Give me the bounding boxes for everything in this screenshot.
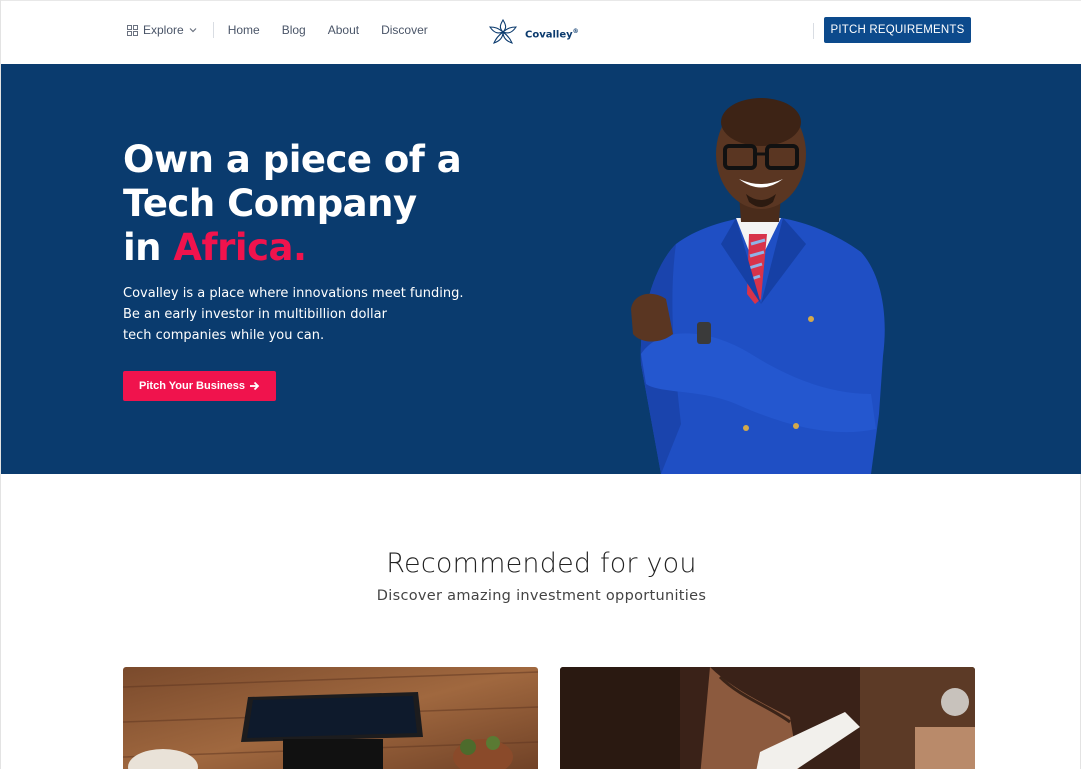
nav-about[interactable]: About [328,23,359,37]
chevron-down-icon [189,28,197,33]
nav-discover[interactable]: Discover [381,23,428,37]
logo-text: Covalley® [525,27,579,41]
card-image [123,667,538,769]
recommendation-card-2[interactable] [560,667,975,769]
explore-label: Explore [143,23,184,37]
pitch-your-business-button[interactable]: Pitch Your Business [123,371,276,401]
pitch-your-business-label: Pitch Your Business [139,380,245,392]
card-image [560,667,975,769]
nav-home[interactable]: Home [228,23,260,37]
grid-icon [127,24,138,36]
header-divider [813,23,814,39]
recommended-subtitle: Discover amazing investment opportunitie… [376,588,707,604]
main-nav: Explore Home Blog About Discover [127,21,450,39]
hero-title: Own a piece of a Tech Company in Africa. [123,138,462,269]
logo-icon [488,18,518,44]
site-header: Explore Home Blog About Discover Covalle… [1,0,1081,64]
nav-divider [212,22,214,38]
nav-blog[interactable]: Blog [282,23,306,37]
site-logo[interactable]: Covalley® [487,17,579,47]
arrow-right-icon [249,381,260,391]
hero-banner: Own a piece of a Tech Company in Africa.… [1,64,1081,474]
recommended-title: Recommended for you [386,548,697,579]
hero-title-accent: Africa. [173,226,307,269]
recommendation-card-1[interactable] [123,667,538,769]
explore-menu[interactable]: Explore [127,23,197,37]
hero-person-image [631,98,885,474]
pitch-requirements-button[interactable]: PITCH REQUIREMENTS [824,17,971,43]
hero-description: Covalley is a place where innovations me… [123,286,464,343]
